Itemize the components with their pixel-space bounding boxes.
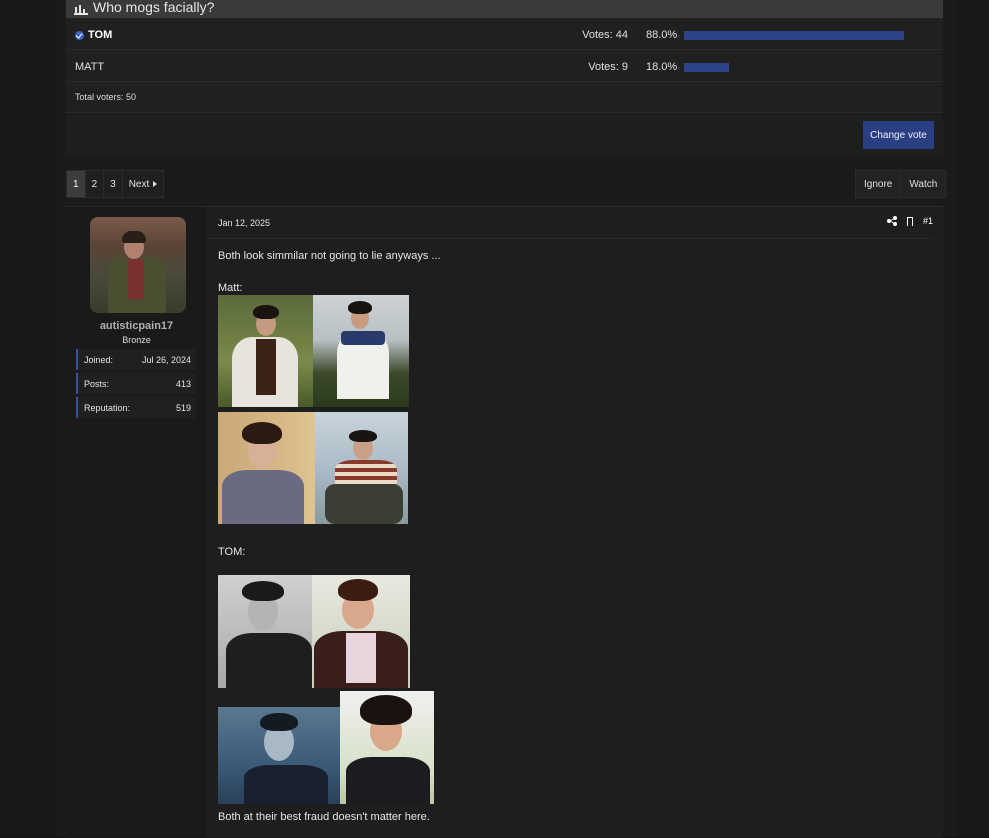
- tom-photo-4[interactable]: [340, 691, 434, 804]
- post-date[interactable]: Jan 12, 2025: [218, 218, 270, 228]
- post: autisticpain17 Bronze Joined: Jul 26, 20…: [66, 206, 943, 838]
- page-link-3[interactable]: 3: [103, 170, 123, 198]
- bookmark-icon[interactable]: [906, 216, 915, 229]
- post-number[interactable]: #1: [923, 216, 933, 226]
- poll-option-label: MATT: [75, 61, 105, 73]
- poll-option-bar: [684, 31, 934, 40]
- poll-option: MATT Votes: 9 18.0%: [66, 50, 943, 82]
- ignore-button[interactable]: Ignore: [855, 170, 902, 198]
- voted-check-icon: [75, 30, 84, 40]
- poll-option-percent: 18.0%: [646, 61, 678, 73]
- poll-option-label: TOM: [88, 29, 113, 41]
- post-tools: #1: [886, 216, 933, 229]
- page-link-2[interactable]: 2: [84, 170, 105, 198]
- user-stat-reputation: Reputation: 519: [76, 397, 196, 418]
- caret-right-icon: [153, 181, 158, 187]
- page-gutter-right: [956, 0, 989, 837]
- tom-photo-2[interactable]: [312, 575, 410, 688]
- post-intro-text: Both look simmilar not going to lie anyw…: [218, 250, 441, 262]
- username[interactable]: autisticpain17: [66, 320, 207, 332]
- poll-option-bar-fill: [684, 31, 904, 40]
- matt-photo-4[interactable]: [315, 412, 408, 524]
- matt-photo-2[interactable]: [313, 295, 409, 407]
- poll-option-bar-fill: [684, 63, 729, 72]
- pagination: 1 2 3 Next: [66, 170, 165, 198]
- post-author-panel: autisticpain17 Bronze Joined: Jul 26, 20…: [66, 207, 207, 838]
- tom-label: TOM:: [218, 546, 246, 558]
- tom-photo-1[interactable]: [218, 575, 313, 688]
- poll-option-percent: 88.0%: [646, 29, 678, 41]
- poll-header: Who mogs facially?: [66, 0, 943, 18]
- post-body: Jan 12, 2025 #1 Both look simmilar not g…: [207, 207, 943, 838]
- poll-option: TOM Votes: 44 88.0%: [66, 18, 943, 50]
- next-page-label: Next: [128, 178, 150, 190]
- poll-option-votes: Votes: 9: [588, 61, 628, 73]
- matt-label: Matt:: [218, 282, 243, 294]
- matt-photo-1[interactable]: [218, 295, 313, 407]
- user-stat-posts: Posts: 413: [76, 373, 196, 394]
- bar-chart-icon: [74, 4, 88, 15]
- avatar[interactable]: [90, 217, 186, 313]
- poll-title: Who mogs facially?: [93, 0, 215, 15]
- user-rank: Bronze: [122, 335, 151, 345]
- poll-results: TOM Votes: 44 88.0% MATT Votes: 9 18.0% …: [66, 18, 943, 112]
- page-link-1[interactable]: 1: [66, 170, 86, 198]
- share-icon[interactable]: [886, 216, 897, 226]
- post-closing-text: Both at their best fraud doesn't matter …: [218, 811, 430, 823]
- watch-button[interactable]: Watch: [900, 170, 947, 198]
- poll-footer: Change vote: [66, 112, 943, 156]
- change-vote-button[interactable]: Change vote: [863, 121, 934, 149]
- poll-option-bar: [684, 63, 934, 72]
- next-page-button[interactable]: Next: [121, 170, 165, 198]
- thread-actions: Ignore Watch: [855, 170, 947, 198]
- user-stat-joined: Joined: Jul 26, 2024: [76, 349, 196, 370]
- matt-photo-3[interactable]: [218, 412, 326, 524]
- tom-photo-3[interactable]: [218, 707, 340, 804]
- poll-total-voters: Total voters: 50: [75, 92, 137, 102]
- page-gutter-left: [0, 0, 56, 837]
- poll-option-votes: Votes: 44: [582, 29, 628, 41]
